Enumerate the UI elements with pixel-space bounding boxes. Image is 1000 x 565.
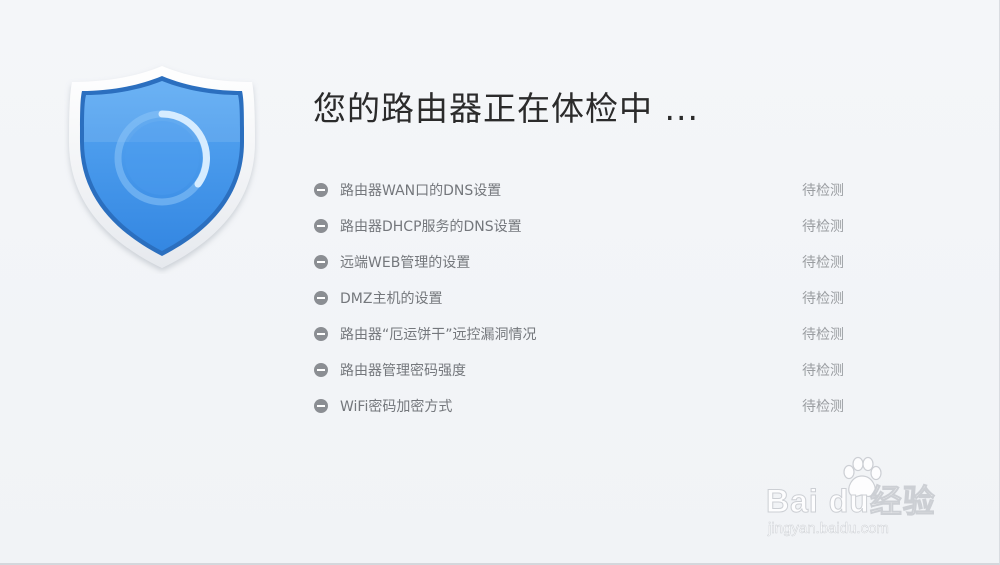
minus-circle-icon	[314, 291, 328, 305]
watermark-url: jingyan.baidu.com	[768, 520, 889, 538]
list-item: 路由器管理密码强度 待检测	[314, 352, 844, 388]
minus-circle-icon	[314, 219, 328, 233]
check-item-status: 待检测	[802, 291, 844, 307]
check-item-left: 路由器管理密码强度	[314, 360, 466, 380]
minus-circle-icon	[314, 327, 328, 341]
check-list: 路由器WAN口的DNS设置 待检测 路由器DHCP服务的DNS设置 待检测 远端…	[314, 172, 844, 424]
check-item-left: 路由器“厄运饼干”远控漏洞情况	[314, 324, 537, 344]
list-item: 路由器“厄运饼干”远控漏洞情况 待检测	[314, 316, 844, 352]
watermark-logo: Bai du经验	[766, 483, 936, 520]
list-item: 远端WEB管理的设置 待检测	[314, 244, 844, 280]
minus-circle-icon	[314, 183, 328, 197]
check-item-label: 远端WEB管理的设置	[340, 255, 471, 271]
check-item-left: DMZ主机的设置	[314, 288, 442, 308]
check-item-label: DMZ主机的设置	[340, 291, 443, 307]
check-item-label: 路由器“厄运饼干”远控漏洞情况	[340, 327, 537, 343]
list-item: 路由器WAN口的DNS设置 待检测	[314, 172, 844, 208]
minus-circle-icon	[314, 255, 328, 269]
check-item-status: 待检测	[802, 255, 844, 271]
check-item-status: 待检测	[802, 327, 844, 343]
check-item-status: 待检测	[802, 399, 844, 415]
check-item-left: 路由器WAN口的DNS设置	[314, 180, 501, 200]
check-item-status: 待检测	[802, 219, 844, 235]
page-title: 您的路由器正在体检中 ...	[313, 89, 699, 128]
check-item-label: WiFi密码加密方式	[340, 399, 453, 415]
list-item: 路由器DHCP服务的DNS设置 待检测	[314, 208, 844, 244]
check-item-status: 待检测	[802, 363, 844, 379]
check-item-status: 待检测	[802, 183, 844, 199]
check-item-left: 远端WEB管理的设置	[314, 252, 470, 272]
checkup-panel: 您的路由器正在体检中 ... 路由器WAN口的DNS设置 待检测 路由器DHCP…	[0, 0, 1000, 565]
check-item-label: 路由器WAN口的DNS设置	[340, 183, 502, 199]
shield-scanning-icon	[69, 66, 255, 268]
baidu-jingyan-watermark: Bai du经验 jingyan.baidu.com	[766, 456, 966, 546]
check-item-label: 路由器管理密码强度	[340, 363, 466, 379]
check-item-left: 路由器DHCP服务的DNS设置	[314, 216, 522, 236]
minus-circle-icon	[314, 363, 328, 377]
list-item: DMZ主机的设置 待检测	[314, 280, 844, 316]
check-item-left: WiFi密码加密方式	[314, 396, 452, 416]
minus-circle-icon	[314, 399, 328, 413]
check-item-label: 路由器DHCP服务的DNS设置	[340, 219, 522, 235]
list-item: WiFi密码加密方式 待检测	[314, 388, 844, 424]
